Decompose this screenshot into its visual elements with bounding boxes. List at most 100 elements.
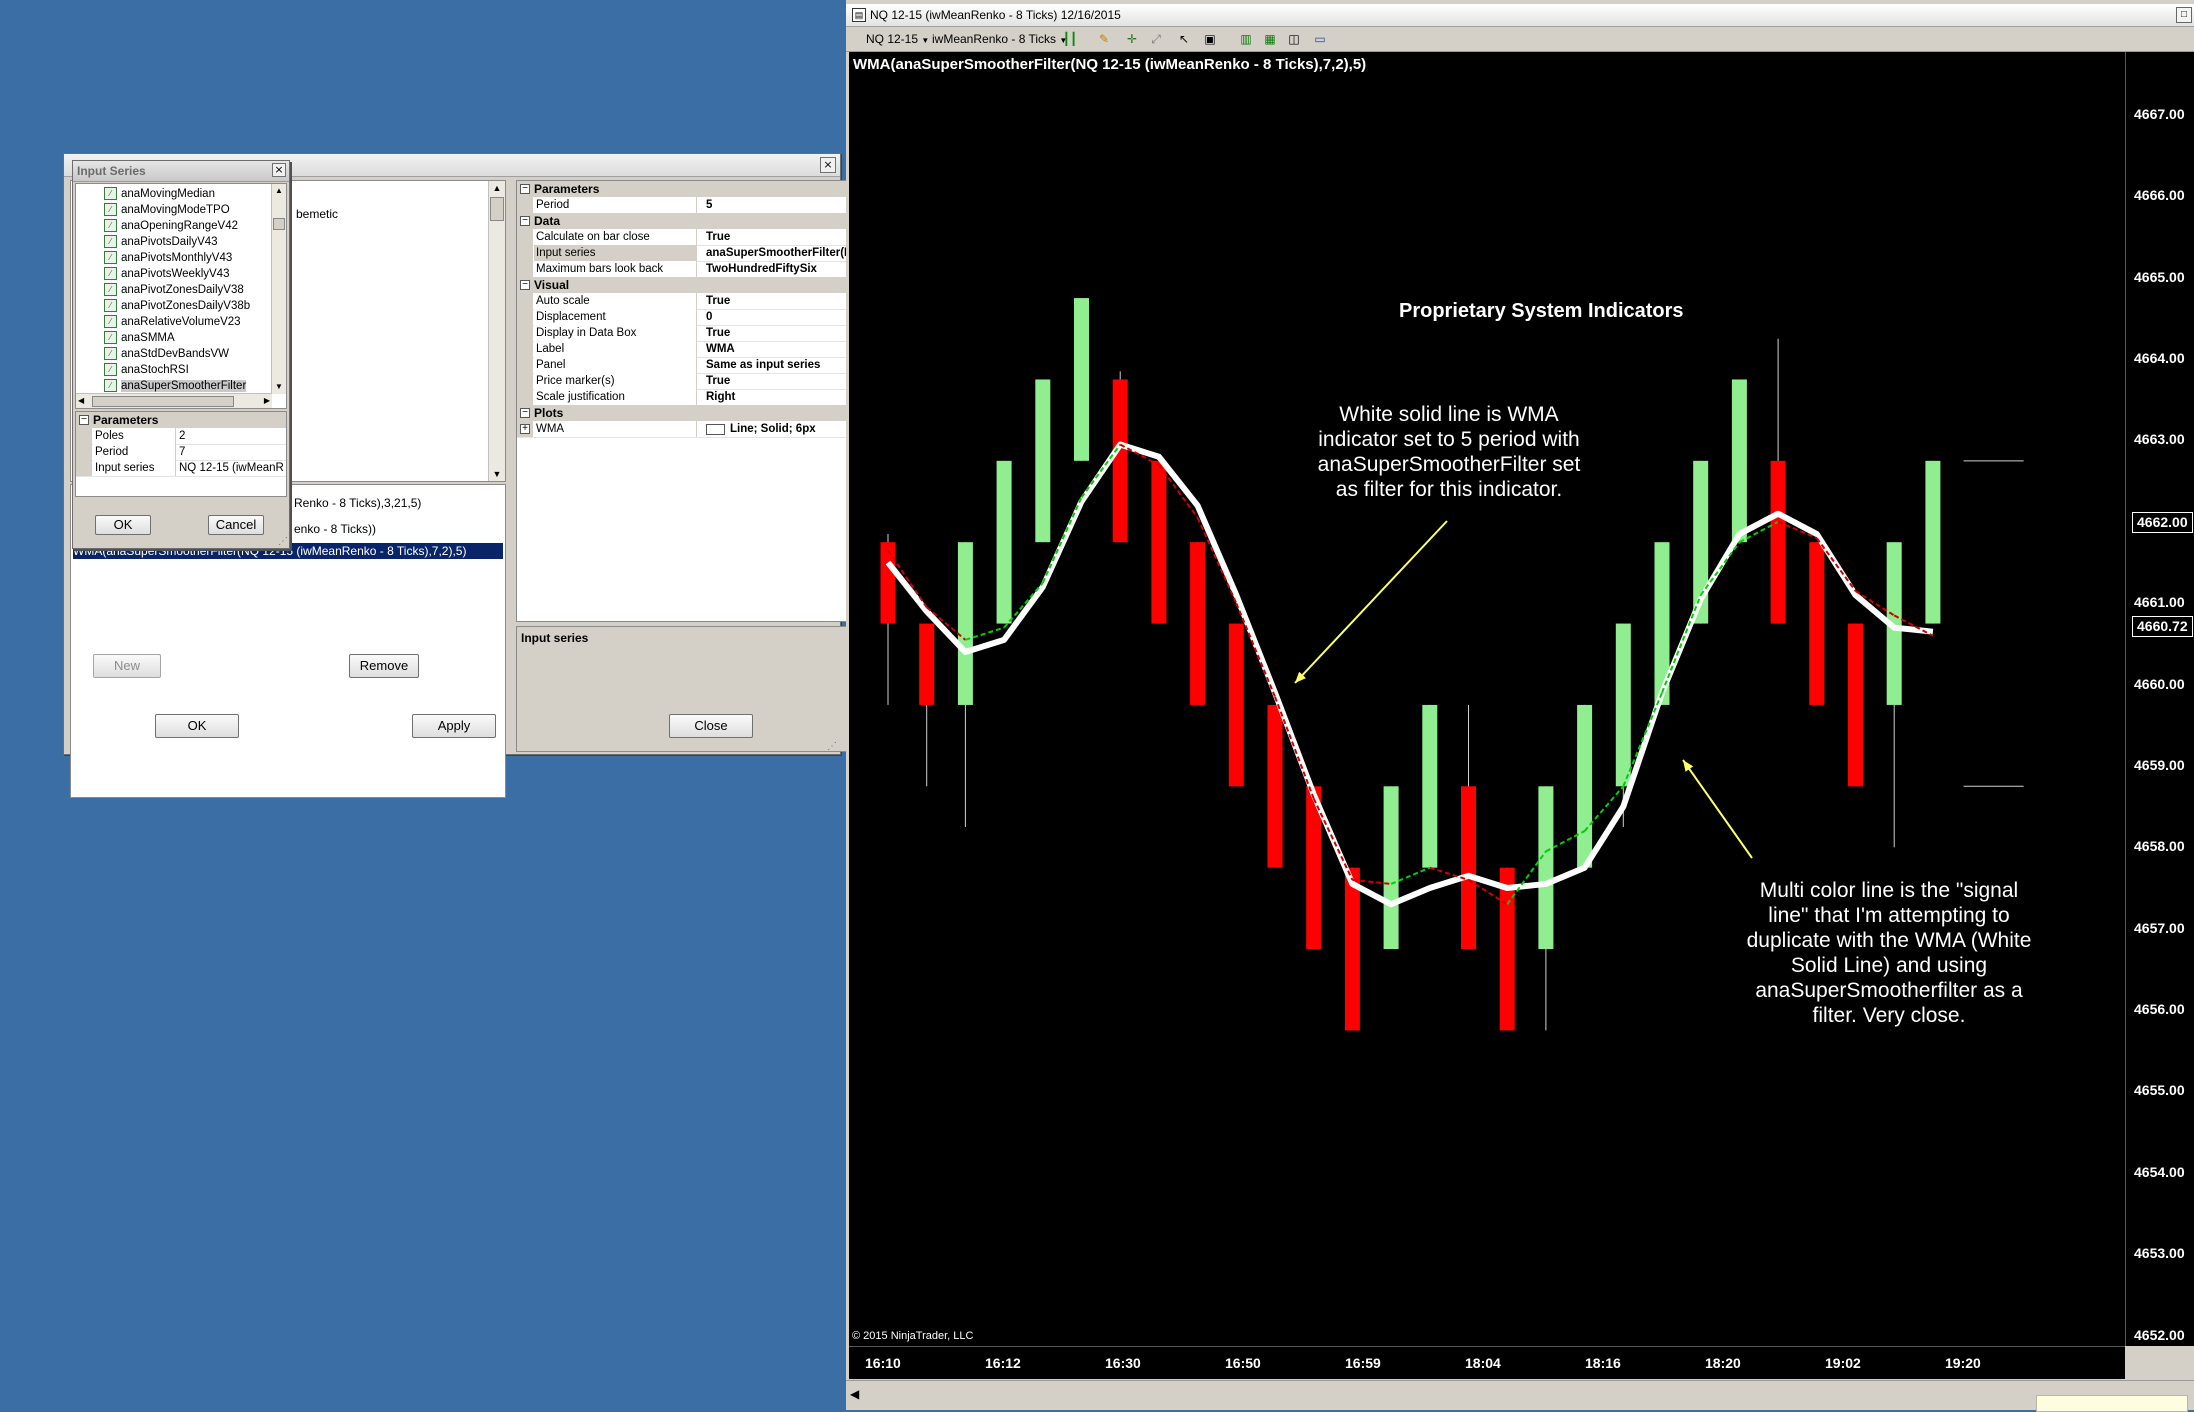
bar-style-icon[interactable]: ┃┃	[1062, 31, 1078, 47]
list-item[interactable]: enko - 8 Ticks))	[294, 521, 503, 537]
param-row[interactable]: Period 7	[76, 444, 286, 461]
price-tick-label: 4652.00	[2134, 1326, 2185, 1343]
collapse-icon[interactable]: −	[520, 184, 530, 194]
zoom-icon[interactable]: ⤢	[1148, 31, 1164, 47]
collapse-icon[interactable]: −	[79, 415, 89, 425]
chart-plot-area[interactable]: WMA(anaSuperSmootherFilter(NQ 12-15 (iwM…	[849, 52, 2125, 1346]
collapse-icon[interactable]: −	[520, 216, 530, 226]
tree-item[interactable]: ⁄ anaRelativeVolumeV23	[104, 314, 241, 330]
annotation-wma: White solid line is WMA indicator set to…	[1317, 403, 1581, 501]
scroll-left-icon[interactable]: ◀	[78, 394, 84, 408]
data-box-icon[interactable]: ▭	[1312, 31, 1328, 47]
bar-type-dropdown[interactable]: iwMeanRenko - 8 Ticks ▼	[932, 30, 1067, 48]
tree-item[interactable]: ⁄ anaPivotZonesDailyV38b	[104, 298, 250, 314]
input-series-ok-button[interactable]: OK	[95, 515, 151, 535]
scroll-down-icon[interactable]: ▼	[272, 380, 286, 394]
scroll-thumb[interactable]	[273, 218, 285, 230]
window-control-icon[interactable]: □	[2176, 7, 2192, 23]
apply-button[interactable]: Apply	[412, 714, 496, 738]
tree-vscroll[interactable]: ▲ ▼	[271, 184, 286, 394]
scroll-thumb[interactable]	[490, 197, 504, 221]
scroll-thumb[interactable]	[92, 396, 234, 407]
expand-icon[interactable]: +	[520, 424, 530, 434]
input-series-close-icon[interactable]: ×	[272, 163, 286, 177]
property-row[interactable]: + WMA Line; Solid; 6px	[517, 421, 899, 438]
pencil-icon[interactable]: ✎	[1096, 31, 1112, 47]
resize-grip-icon[interactable]: ⋰	[278, 536, 288, 547]
collapse-icon[interactable]: −	[520, 408, 530, 418]
indicators-icon[interactable]: ▥	[1238, 31, 1254, 47]
property-row[interactable]: Auto scale True	[517, 293, 899, 310]
input-series-cancel-button[interactable]: Cancel	[208, 515, 264, 535]
property-row[interactable]: Display in Data Box True	[517, 325, 899, 342]
tree-item[interactable]: ⁄ anaStdDevBandsVW	[104, 346, 229, 362]
category-parameters[interactable]: − Parameters	[76, 412, 286, 428]
list-item-partial[interactable]: bemetic	[296, 207, 338, 221]
tree-item[interactable]: ⁄ anaMovingModeTPO	[104, 202, 230, 218]
candle-down	[1461, 786, 1476, 950]
property-row[interactable]: Period 5	[517, 197, 899, 214]
remove-button[interactable]: Remove	[349, 654, 419, 678]
price-marker: 4662.00	[2132, 511, 2193, 533]
tree-hscroll[interactable]: ◀ ▶	[76, 393, 272, 408]
tree-item[interactable]: ⁄ anaPivotsWeeklyV43	[104, 266, 229, 282]
property-row[interactable]: Maximum bars look back TwoHundredFiftySix	[517, 261, 899, 278]
param-row[interactable]: Input seriesNQ 12-15 (iwMeanRen	[76, 460, 286, 477]
property-row[interactable]: Label WMA	[517, 341, 899, 358]
category-data[interactable]: − Data	[517, 213, 899, 229]
category-parameters[interactable]: − Parameters	[517, 181, 899, 197]
property-row[interactable]: Calculate on bar close True	[517, 229, 899, 246]
scroll-left-icon[interactable]: ◀	[850, 1387, 859, 1401]
ok-button[interactable]: OK	[155, 714, 239, 738]
param-row[interactable]: Poles 2	[76, 428, 286, 445]
time-axis[interactable]: 16:10 16:12 16:30 16:50 16:59 18:04 18:16 18:20…	[849, 1346, 2125, 1379]
scroll-down-icon[interactable]: ▼	[489, 467, 505, 481]
tree-item[interactable]: ⁄ anaPivotZonesDailyV38	[104, 282, 244, 298]
indicator-icon: ⁄	[104, 235, 117, 249]
property-row[interactable]: Scale justification Right	[517, 389, 899, 406]
indicator-icon: ⁄	[104, 187, 117, 201]
price-tick-label: 4656.00	[2134, 1001, 2185, 1018]
category-plots[interactable]: − Plots	[517, 405, 899, 421]
candle-up	[1422, 704, 1438, 868]
input-series-params[interactable]: − Parameters Poles 2 Period 7 Input series N…	[75, 411, 287, 497]
chart-settings-icon[interactable]: ◫	[1286, 31, 1302, 47]
price-chart[interactable]	[849, 52, 2125, 1346]
tree-item[interactable]: ⁄ anaMovingMedian	[104, 186, 215, 202]
tree-item[interactable]: ⁄ anaSuperSmootherFilter	[104, 378, 247, 394]
new-button[interactable]: New	[93, 654, 161, 678]
tree-item[interactable]: ⁄ anaOpeningRangeV42	[104, 218, 238, 234]
strategies-icon[interactable]: ▦	[1262, 31, 1278, 47]
instrument-dropdown[interactable]: NQ 12-15 ▼	[866, 30, 929, 48]
price-axis[interactable]: 4667.00 4666.00 4665.00 4664.00 4663.00 4662.…	[2125, 52, 2194, 1346]
collapse-icon[interactable]: −	[520, 280, 530, 290]
tree-item[interactable]: ⁄ anaPivotsDailyV43	[104, 234, 218, 250]
scroll-right-icon[interactable]: ▶	[264, 394, 270, 408]
crosshair-icon[interactable]: ✛	[1124, 31, 1140, 47]
resize-grip-icon[interactable]: ⋰	[827, 741, 839, 753]
scroll-up-icon[interactable]: ▲	[489, 181, 505, 195]
property-grid[interactable]: − Parameters Period 5 − Data Calculate on b…	[516, 180, 900, 622]
pointer-icon[interactable]: ↖	[1176, 31, 1192, 47]
category-visual[interactable]: − Visual	[517, 277, 899, 293]
property-row[interactable]: Displacement 0	[517, 309, 899, 326]
property-row[interactable]: Panel Same as input series	[517, 357, 899, 374]
property-row[interactable]: Price marker(s) True	[517, 373, 899, 390]
property-row-selected[interactable]: Input series anaSuperSmootherFilter(NQ 12…	[517, 245, 899, 262]
close-button[interactable]: Close	[669, 714, 753, 738]
tree-item[interactable]: ⁄ anaSMMA	[104, 330, 175, 346]
tree-item[interactable]: ⁄ anaStochRSI	[104, 362, 189, 378]
tree-item[interactable]: ⁄ anaPivotsMonthlyV43	[104, 250, 232, 266]
scroll-up-icon[interactable]: ▲	[272, 184, 286, 198]
annotation-arrow-signal	[1682, 759, 1753, 859]
list-item[interactable]: Renko - 8 Ticks),3,21,5)	[294, 495, 503, 511]
price-tick-label: 4659.00	[2134, 756, 2185, 773]
indicator-tree[interactable]: ⁄ anaMovingMedian ⁄ anaMovingModeTPO ⁄ anaOpe…	[75, 183, 287, 409]
annotation-signal-line: Multi color line is the "signal line" th…	[1746, 879, 2032, 1027]
dialog-close-icon[interactable]: ×	[820, 157, 836, 173]
list-scrollbar[interactable]: ▲ ▼	[488, 181, 505, 481]
properties-icon[interactable]: ▣	[1202, 31, 1218, 47]
price-tick-label: 4660.00	[2134, 675, 2185, 692]
chart-scrollbar[interactable]: ◀	[846, 1380, 2194, 1412]
time-tick-label: 16:59	[1345, 1355, 1381, 1371]
